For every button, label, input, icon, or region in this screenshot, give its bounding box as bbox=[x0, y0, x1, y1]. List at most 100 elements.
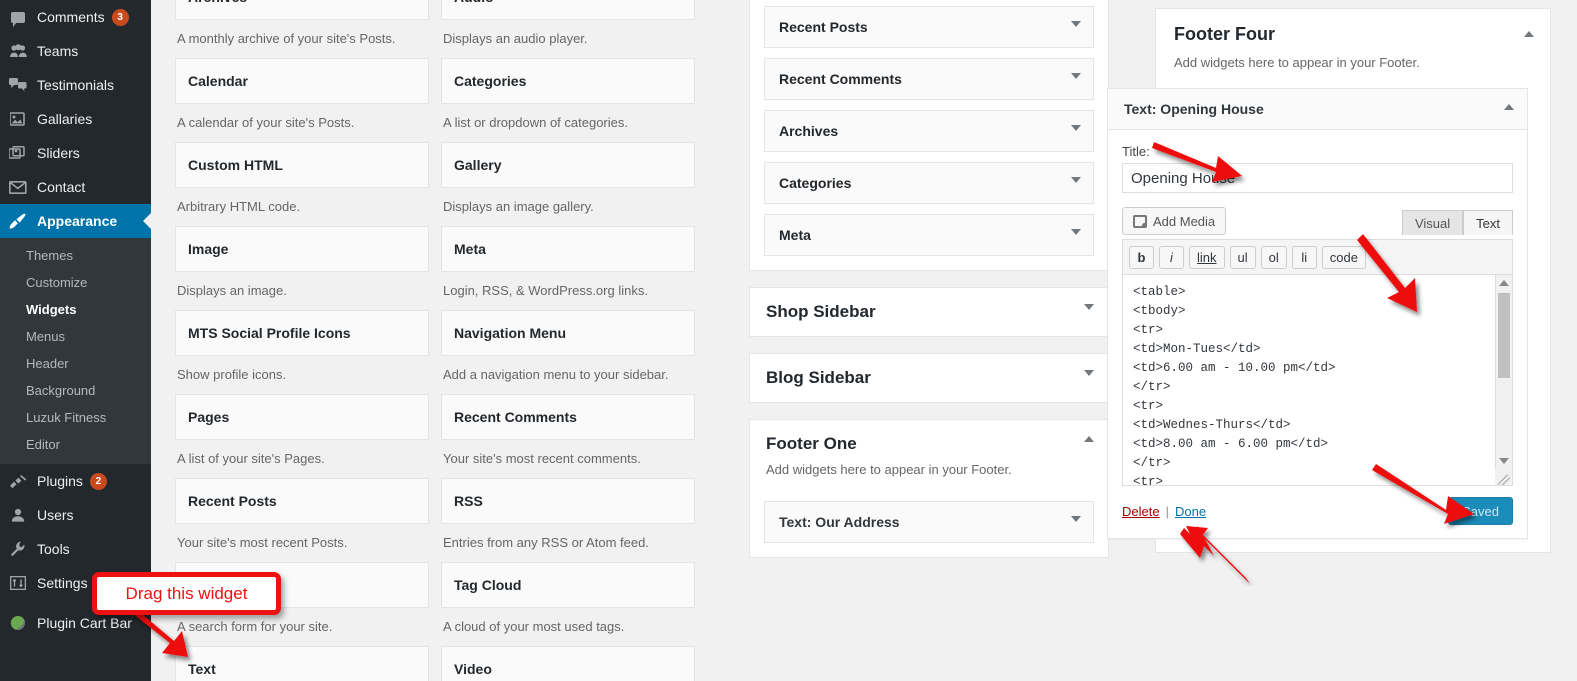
submenu-item-luzuk-fitness[interactable]: Luzuk Fitness bbox=[0, 404, 151, 431]
chevron-down-icon[interactable] bbox=[1071, 21, 1081, 27]
sidebar-box-header[interactable]: Shop Sidebar bbox=[750, 288, 1108, 336]
html-code-content[interactable]: <table> <tbody> <tr> <td>Mon-Tues</td> <… bbox=[1123, 275, 1495, 485]
chevron-down-icon[interactable] bbox=[1071, 516, 1081, 522]
add-media-button[interactable]: Add Media bbox=[1122, 207, 1227, 235]
widget-card-calendar[interactable]: Calendar bbox=[175, 58, 429, 104]
widget-item-archives[interactable]: Archives bbox=[764, 110, 1094, 152]
sidebar-item-testimonials[interactable]: Testimonials bbox=[0, 68, 151, 102]
widget-card-title: Calendar bbox=[188, 73, 248, 89]
widget-item-categories[interactable]: Categories bbox=[764, 162, 1094, 204]
submenu-item-widgets[interactable]: Widgets bbox=[0, 296, 151, 323]
done-link[interactable]: Done bbox=[1175, 504, 1206, 519]
chevron-up-icon[interactable] bbox=[1504, 104, 1514, 110]
quicktag-ul-button[interactable]: ul bbox=[1229, 246, 1256, 269]
widget-card-categories[interactable]: Categories bbox=[441, 58, 695, 104]
media-and-tabs-row: Add Media Visual Text bbox=[1122, 207, 1513, 235]
sidebar-box-header[interactable]: Footer Four Add widgets here to appear i… bbox=[1156, 9, 1550, 87]
submenu-item-header[interactable]: Header bbox=[0, 350, 151, 377]
quicktag-li-button[interactable]: li bbox=[1291, 246, 1317, 269]
scroll-up-icon[interactable] bbox=[1496, 275, 1512, 291]
chevron-up-icon[interactable] bbox=[1524, 31, 1534, 37]
settings-sliders-icon bbox=[8, 573, 28, 593]
widget-card-rss[interactable]: RSS bbox=[441, 478, 695, 524]
widget-card-recent-posts[interactable]: Recent Posts bbox=[175, 478, 429, 524]
widget-item-recent-posts[interactable]: Recent Posts bbox=[764, 6, 1094, 48]
quicktag-italic-button[interactable]: i bbox=[1159, 246, 1184, 269]
widget-card-mts-social-profile-icons[interactable]: MTS Social Profile Icons bbox=[175, 310, 429, 356]
widget-card-video[interactable]: Video bbox=[441, 646, 695, 681]
quicktag-code-button[interactable]: code bbox=[1321, 246, 1366, 269]
widget-card-description: A list or dropdown of categories. bbox=[443, 115, 628, 130]
quicktag-ol-button[interactable]: ol bbox=[1260, 246, 1287, 269]
sidebar-box-description: Add widgets here to appear in your Foote… bbox=[766, 462, 1012, 477]
sidebar-item-gallaries[interactable]: Gallaries bbox=[0, 102, 151, 136]
submenu-item-menus[interactable]: Menus bbox=[0, 323, 151, 350]
sidebar-item-contact[interactable]: Contact bbox=[0, 170, 151, 204]
widget-editor-footer: Delete | Done Saved bbox=[1108, 486, 1527, 538]
widget-card-audio[interactable]: Audio bbox=[441, 0, 695, 20]
widget-card-navigation-menu[interactable]: Navigation Menu bbox=[441, 310, 695, 356]
widget-card-image[interactable]: Image bbox=[175, 226, 429, 272]
widget-item-text-our-address[interactable]: Text: Our Address bbox=[764, 501, 1094, 543]
sidebar-item-label: Settings bbox=[37, 575, 88, 591]
sidebar-item-teams[interactable]: Teams bbox=[0, 34, 151, 68]
annotation-callout-text: Drag this widget bbox=[125, 583, 248, 603]
widget-item-recent-comments[interactable]: Recent Comments bbox=[764, 58, 1094, 100]
gallery-icon bbox=[8, 109, 28, 129]
sidebar-box-shop-sidebar: Shop Sidebar bbox=[749, 287, 1109, 337]
sidebar-box-header[interactable]: Footer One Add widgets here to appear in… bbox=[750, 420, 1108, 491]
sidebar-item-label: Plugin Cart Bar bbox=[37, 615, 132, 631]
sidebar-item-appearance[interactable]: Appearance bbox=[0, 204, 151, 238]
chevron-up-icon[interactable] bbox=[1084, 436, 1094, 442]
appearance-submenu: Themes Customize Widgets Menus Header Ba… bbox=[0, 238, 151, 464]
separator: | bbox=[1165, 503, 1169, 519]
sidebar-item-label: Gallaries bbox=[37, 111, 93, 127]
save-button[interactable]: Saved bbox=[1448, 497, 1513, 525]
widget-card-title: Recent Comments bbox=[454, 409, 577, 425]
chevron-down-icon[interactable] bbox=[1071, 177, 1081, 183]
widget-card-gallery[interactable]: Gallery bbox=[441, 142, 695, 188]
html-code-editor[interactable]: <table> <tbody> <tr> <td>Mon-Tues</td> <… bbox=[1122, 274, 1513, 486]
submenu-item-themes[interactable]: Themes bbox=[0, 242, 151, 269]
widget-card-recent-comments[interactable]: Recent Comments bbox=[441, 394, 695, 440]
submenu-item-editor[interactable]: Editor bbox=[0, 431, 151, 458]
widget-card-title: Image bbox=[188, 241, 229, 257]
widget-card-text[interactable]: Text bbox=[175, 646, 429, 681]
submenu-item-customize[interactable]: Customize bbox=[0, 269, 151, 296]
editor-scrollbar[interactable] bbox=[1495, 275, 1512, 485]
scroll-down-icon[interactable] bbox=[1496, 453, 1512, 469]
title-input[interactable] bbox=[1122, 163, 1513, 193]
sidebar-box-header[interactable]: Blog Sidebar bbox=[750, 354, 1108, 402]
chevron-down-icon[interactable] bbox=[1084, 370, 1094, 376]
resize-grip-icon[interactable] bbox=[1495, 469, 1512, 485]
delete-link[interactable]: Delete bbox=[1122, 504, 1160, 519]
sidebar-item-label: Users bbox=[37, 507, 74, 523]
tab-text[interactable]: Text bbox=[1463, 210, 1513, 235]
tab-visual[interactable]: Visual bbox=[1401, 210, 1464, 235]
chevron-down-icon[interactable] bbox=[1071, 125, 1081, 131]
submenu-item-background[interactable]: Background bbox=[0, 377, 151, 404]
widget-editor-header[interactable]: Text: Opening House bbox=[1108, 89, 1527, 130]
widget-card-archives[interactable]: Archives bbox=[175, 0, 429, 20]
sidebar-item-sliders[interactable]: Sliders bbox=[0, 136, 151, 170]
widget-card-pages[interactable]: Pages bbox=[175, 394, 429, 440]
quicktag-bold-button[interactable]: b bbox=[1129, 246, 1154, 269]
annotation-callout-drag-widget: Drag this widget bbox=[92, 572, 281, 615]
chevron-down-icon[interactable] bbox=[1084, 304, 1094, 310]
sidebar-box-open: Recent Posts Recent Comments Archives Ca… bbox=[749, 0, 1109, 271]
chevron-down-icon[interactable] bbox=[1071, 229, 1081, 235]
sidebar-item-plugins[interactable]: Plugins 2 bbox=[0, 464, 151, 498]
quicktag-link-button[interactable]: link bbox=[1189, 246, 1225, 269]
widget-card-custom-html[interactable]: Custom HTML bbox=[175, 142, 429, 188]
sidebar-item-users[interactable]: Users bbox=[0, 498, 151, 532]
widget-item-meta[interactable]: Meta bbox=[764, 214, 1094, 256]
sidebar-item-comments[interactable]: Comments 3 bbox=[0, 0, 151, 34]
widget-card-title: Archives bbox=[188, 0, 247, 5]
chevron-down-icon[interactable] bbox=[1071, 73, 1081, 79]
sidebar-item-label: Sliders bbox=[37, 145, 80, 161]
sidebar-item-tools[interactable]: Tools bbox=[0, 532, 151, 566]
widget-card-tag-cloud[interactable]: Tag Cloud bbox=[441, 562, 695, 608]
widget-card-meta[interactable]: Meta bbox=[441, 226, 695, 272]
scrollbar-thumb[interactable] bbox=[1498, 293, 1510, 378]
available-widgets-grid: Archives A monthly archive of your site'… bbox=[175, 0, 719, 681]
